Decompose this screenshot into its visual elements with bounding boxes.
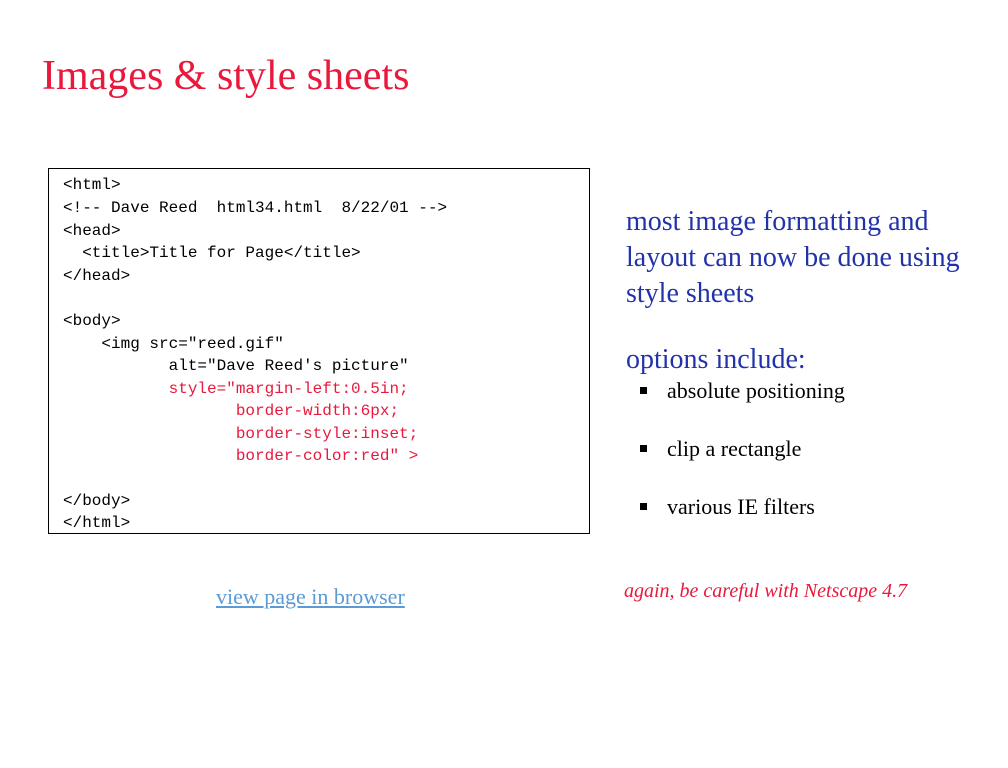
code-line-style: border-color:red" > [63,447,419,465]
view-page-link[interactable]: view page in browser [216,584,405,610]
code-line: <img src="reed.gif" [63,335,284,353]
code-line: <title>Title for Page</title> [63,244,361,262]
caution-note: again, be careful with Netscape 4.7 [624,580,908,602]
code-line-style: border-width:6px; [63,402,400,420]
list-item-label: absolute positioning [667,378,845,403]
code-line-style: border-style:inset; [63,425,419,443]
list-item-label: various IE filters [667,494,815,519]
list-item: absolute positioning [640,374,845,432]
code-line: <head> [63,222,121,240]
code-line: </body> [63,492,131,510]
list-item: clip a rectangle [640,432,845,490]
square-bullet-icon [640,387,647,395]
list-item: various IE filters [640,490,845,548]
code-line: <body> [63,312,121,330]
code-line: </head> [63,267,131,285]
description-text: most image formatting and layout can now… [626,206,960,309]
code-line: <!-- Dave Reed html34.html 8/22/01 --> [63,199,448,217]
options-list: absolute positioning clip a rectangle va… [640,374,845,548]
square-bullet-icon [640,503,647,511]
slide-title: Images & style sheets [42,53,410,99]
list-item-label: clip a rectangle [667,436,802,461]
code-listing: <html> <!-- Dave Reed html34.html 8/22/0… [48,168,590,534]
code-line-style: style="margin-left:0.5in; [63,380,409,398]
code-line: alt="Dave Reed's picture" [63,357,409,375]
options-heading: options include: [626,344,806,375]
code-line: <html> [63,176,121,194]
square-bullet-icon [640,445,647,453]
code-line: </html> [63,514,131,532]
